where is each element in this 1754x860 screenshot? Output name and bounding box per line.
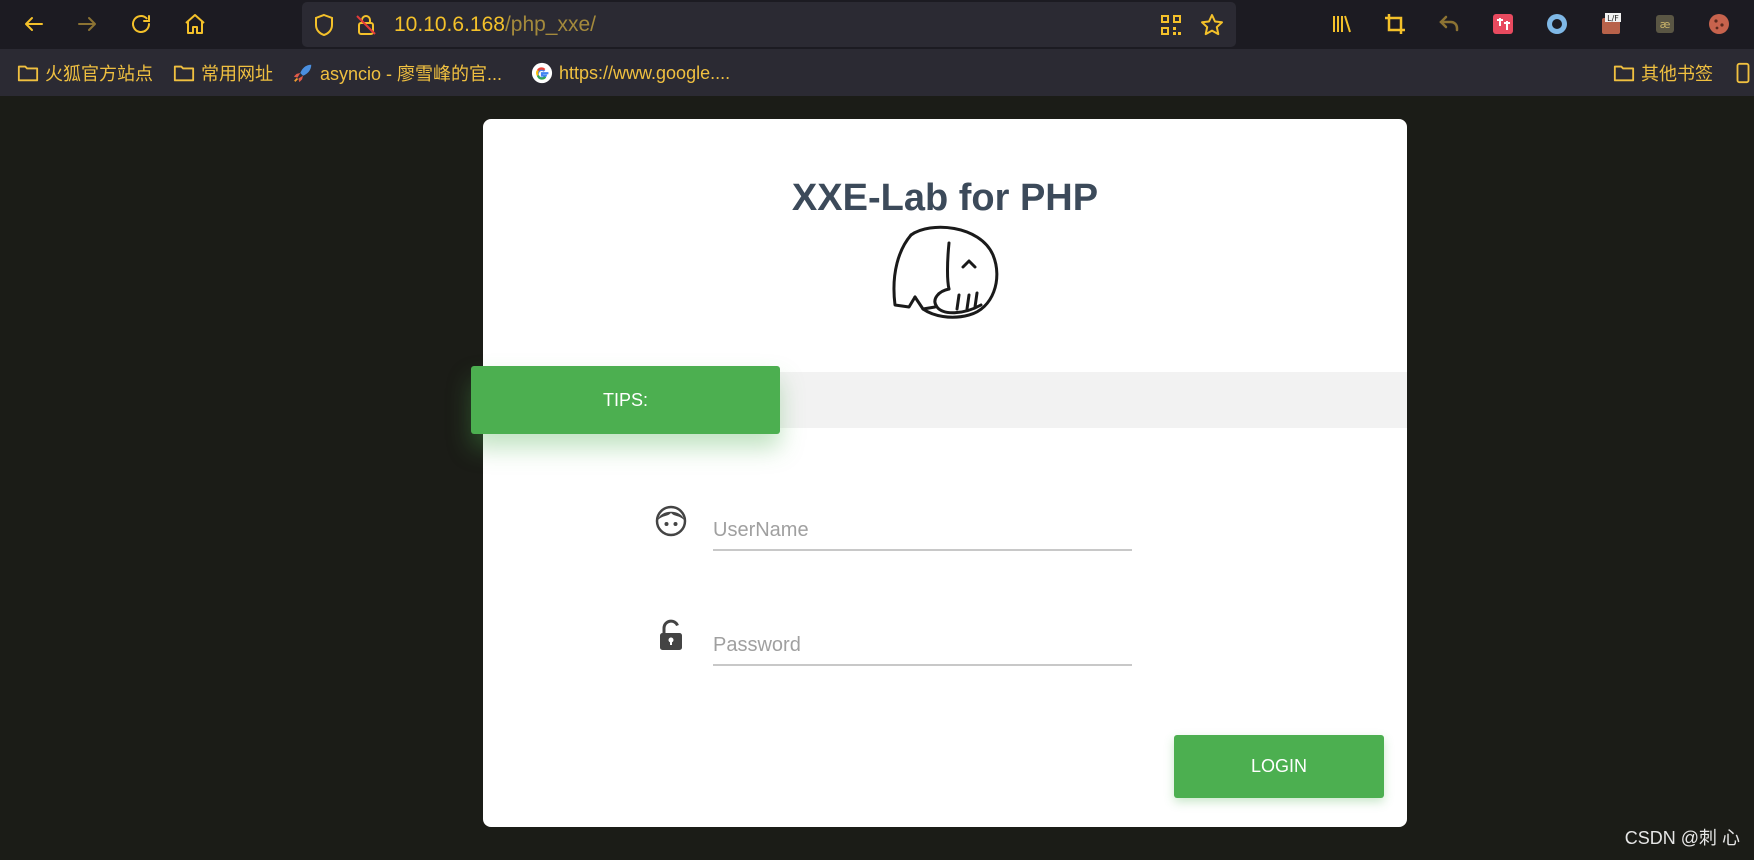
home-button[interactable] [179,8,211,40]
unlocked-padlock-icon [660,619,682,650]
cookie-extension-button[interactable] [1703,8,1735,40]
arrow-right-icon [78,17,96,31]
bookmark-label: 其他书签 [1641,64,1713,84]
crop-button[interactable] [1379,8,1411,40]
bookmark-asyncio[interactable]: asyncio - 廖雪峰的官... [292,61,502,85]
bookmark-other[interactable]: 其他书签 [1613,61,1713,85]
folder-icon [17,65,39,82]
login-button[interactable]: LOGIN [1174,735,1384,798]
ae-extension-button[interactable]: æ [1649,8,1681,40]
lf-extension-button[interactable]: L/F [1595,8,1627,40]
bookmarks-bar: 火狐官方站点 常用网址 asyncio - 廖雪峰的官... https://w… [0,49,1754,96]
bookmark-label: 火狐官方站点 [45,64,153,84]
lf-icon: L/F [1602,13,1621,34]
url-host: 10.10.6.168 [394,13,505,36]
arrow-left-icon [25,17,43,31]
browser-toolbar: 10.10.6.168/php_xxe/ L/F æ [0,0,1754,49]
tips-badge: TIPS: [471,366,780,434]
folder-icon [173,65,195,82]
bookmark-firefox-sites[interactable]: 火狐官方站点 [17,61,153,85]
star-icon[interactable] [1200,13,1224,37]
home-icon [185,14,205,34]
undo-icon [1439,15,1459,32]
php-elephant-logo-icon [892,225,999,319]
ae-icon: æ [1656,15,1674,33]
library-button[interactable] [1326,8,1358,40]
back-button[interactable] [18,8,50,40]
bookmark-label: 常用网址 [201,64,273,84]
undo-button[interactable] [1433,8,1465,40]
page-title: XXE-Lab for PHP [791,177,1099,219]
password-input[interactable] [713,626,1132,666]
translate-extension-button[interactable] [1487,8,1519,40]
reload-button[interactable] [125,8,157,40]
library-icon [1333,15,1351,33]
bookmark-google[interactable]: https://www.google.... [531,61,730,85]
bookmark-label: https://www.google.... [559,62,731,83]
svg-text:L/F: L/F [1607,14,1619,23]
bookmark-label: asyncio - 廖雪峰的官... [320,64,503,84]
url-text[interactable]: 10.10.6.168/php_xxe/ [394,13,596,37]
translate-icon [1493,14,1513,34]
user-face-icon [655,505,687,537]
crop-icon [1385,14,1405,34]
qr-code-icon[interactable] [1159,13,1183,37]
mobile-bookmarks-button[interactable] [1732,61,1754,85]
bookmark-common-sites[interactable]: 常用网址 [173,61,273,85]
url-bar[interactable]: 10.10.6.168/php_xxe/ [302,2,1236,47]
shield-icon[interactable] [312,13,336,37]
url-path: /php_xxe/ [504,13,597,36]
folder-icon [1613,65,1635,82]
csdn-watermark: CSDN @刺 心 [1624,828,1740,848]
cookie-icon [1709,14,1729,34]
circle-extension-button[interactable] [1541,8,1573,40]
insecure-lock-icon[interactable] [354,13,378,37]
phone-icon [1736,62,1750,84]
forward-button[interactable] [71,8,103,40]
reload-icon [132,15,150,33]
ring-icon [1547,14,1567,34]
login-card: XXE-Lab for PHP [483,119,1407,827]
google-icon [531,62,553,84]
rocket-icon [293,64,312,83]
username-input[interactable] [713,511,1132,551]
svg-text:æ: æ [1660,18,1671,31]
